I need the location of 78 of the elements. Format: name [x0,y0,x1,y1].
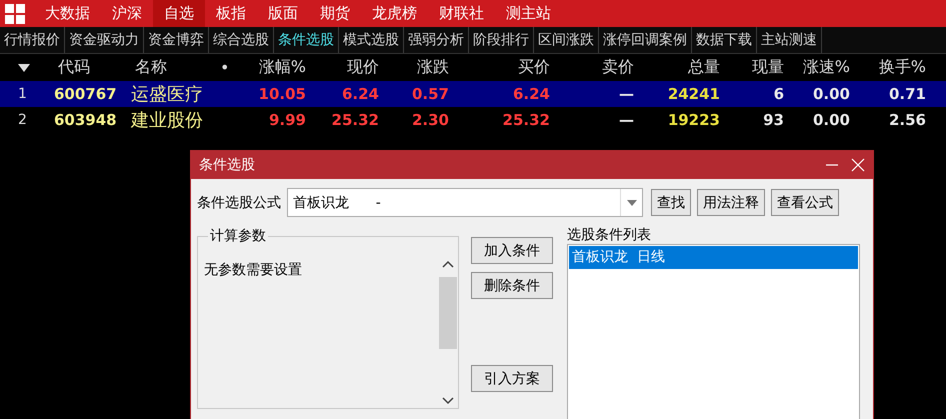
params-title: 计算参数 [209,227,267,245]
nav-tab[interactable]: 期货 [309,0,361,27]
column-header[interactable]: 卖价 [556,57,640,78]
sub-tab[interactable]: 区间涨跌 [534,27,599,53]
scrollbar-thumb[interactable] [439,277,457,349]
column-header[interactable]: 买价 [455,57,556,78]
action-button[interactable]: 引入方案 [471,365,553,392]
table-cell-text: 6.24 [512,85,551,103]
sub-tab[interactable]: 数据下载 [692,27,757,53]
table-cell-text: 6.24 [340,85,380,103]
dialog-button[interactable]: 查看公式 [771,189,839,216]
formula-dropdown[interactable]: 首板识龙 - [287,188,643,217]
column-header[interactable]: 现量 [726,57,790,78]
table-cell-text: 25.32 [330,111,380,129]
table-cell-text: 运盛医疗 [130,83,204,106]
column-header[interactable]: 现价 [312,57,385,78]
table-cell-text: 603948 [53,111,118,129]
action-button[interactable]: 删除条件 [471,272,553,299]
table-cell-text: — [618,111,635,129]
dialog-button[interactable]: 用法注释 [697,189,765,216]
nav-tab[interactable]: 版面 [257,0,309,27]
dropdown-caret-icon[interactable] [626,200,636,206]
table-cell-text: 24241 [666,85,721,103]
column-header[interactable]: 换手% [856,57,932,78]
menu-grid-icon[interactable] [5,4,25,24]
sub-tab[interactable]: 涨停回调案例 [599,27,692,53]
nav-tab[interactable]: 龙虎榜 [361,0,428,27]
nav-tab[interactable]: 测主站 [495,0,562,27]
list-label: 选股条件列表 [567,227,652,244]
stock-row[interactable]: 1 600767 运盛医疗 10.05 6.24 0.57 6.24 — 24241 6 0.00 0.71 [0,81,946,107]
table-cell-text: 2.56 [888,111,927,129]
column-header[interactable]: 涨幅% [235,57,312,78]
table-cell-text: 0.00 [812,85,851,103]
formula-label: 条件选股公式 [197,194,281,212]
dialog-button[interactable]: 查找 [651,189,691,216]
table-cell-text: 0.71 [888,85,927,103]
table-cell-text: 19223 [666,111,721,129]
nav-tab[interactable]: 沪深 [101,0,153,27]
column-header[interactable]: • [210,58,235,77]
table-cell-text: 600767 [53,85,118,103]
table-cell-text: — [618,85,635,103]
table-cell-text: 25.32 [502,111,551,129]
table-cell-text: 2.30 [410,111,450,129]
sub-tab[interactable]: 阶段排行 [469,27,534,53]
nav-tab[interactable]: 大数据 [34,0,101,27]
sub-tab[interactable]: 资金驱动力 [65,27,144,53]
sub-tab[interactable]: 行情报价 [0,27,65,53]
action-button[interactable]: 加入条件 [471,237,553,264]
column-header[interactable]: 涨速% [790,57,856,78]
condition-item[interactable]: 首板识龙 日线 [569,246,858,269]
column-header[interactable]: 总量 [640,57,726,78]
column-header[interactable]: 名称 [125,57,210,78]
table-cell-text: 6 [772,85,785,103]
close-icon[interactable] [851,158,865,172]
sub-tab[interactable]: 条件选股 [274,27,339,53]
table-cell-text: 10.05 [258,85,307,103]
table-cell-text: 9.99 [268,111,307,129]
column-header[interactable]: 涨跌 [385,57,455,78]
nav-tab[interactable]: 财联社 [428,0,495,27]
sort-triangle-icon[interactable] [18,64,30,72]
dialog-title: 条件选股 [199,156,256,174]
nav-tab[interactable]: 板指 [205,0,257,27]
params-text: 无参数需要设置 [204,261,303,280]
scroll-up-icon[interactable] [442,260,454,268]
table-cell-text: 93 [762,111,785,129]
column-header[interactable]: 代码 [48,57,125,78]
sub-tab[interactable]: 主站测速 [757,27,822,53]
table-cell-text: 0.57 [410,85,450,103]
table-cell-text: 0.00 [812,111,851,129]
scroll-down-icon[interactable] [442,397,454,405]
sub-tab[interactable]: 强弱分析 [404,27,469,53]
nav-tab[interactable]: 自选 [153,0,205,27]
row-number: 2 [17,112,28,128]
table-cell-text: 建业股份 [130,109,204,132]
sub-tab[interactable]: 资金博弈 [144,27,209,53]
sub-tab[interactable]: 综合选股 [209,27,274,53]
sub-tab[interactable]: 模式选股 [339,27,404,53]
row-number: 1 [17,86,28,102]
